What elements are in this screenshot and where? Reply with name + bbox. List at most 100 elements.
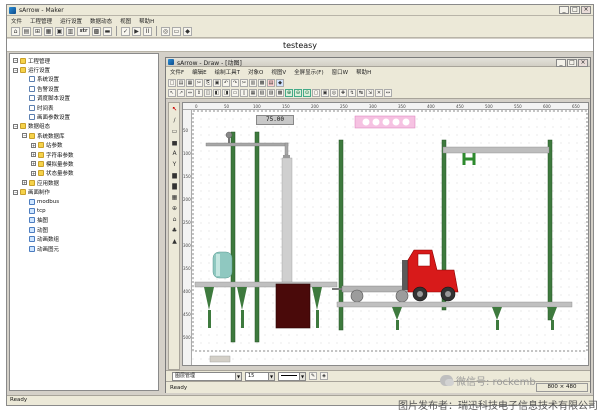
tool-button[interactable]: ◎ [330, 89, 338, 97]
check-icon[interactable]: ✓ [121, 26, 130, 36]
menu-view[interactable]: 视图 [116, 17, 135, 25]
tool-button[interactable]: ▩ [276, 89, 284, 97]
tool-button[interactable]: ⊙ [303, 89, 311, 97]
tree-expander-icon[interactable]: − [22, 133, 27, 139]
palette-tool[interactable]: ⊕ [170, 204, 179, 213]
palette-tool[interactable]: ∕ [170, 116, 179, 125]
tool-button[interactable]: ⇔ [186, 89, 194, 97]
tree-item[interactable]: 抽图 [10, 216, 158, 225]
tool-button[interactable]: ◆ [276, 78, 284, 87]
tree-item[interactable]: + 应用数据 [10, 178, 158, 187]
tool-button[interactable]: ↹ [357, 89, 365, 97]
palette-tool[interactable]: ▇ [170, 182, 179, 191]
tool-button[interactable]: ✕ [375, 89, 383, 97]
tree-item[interactable]: + 状态量参数 [10, 169, 158, 178]
tree-expander-icon[interactable]: − [13, 67, 18, 73]
tool-button[interactable]: ▥ [249, 78, 257, 87]
draw-menu-fullscreen[interactable]: 全屏显示(F) [290, 68, 327, 76]
tool-button[interactable]: ✂ [195, 78, 203, 87]
tool-button[interactable]: ⊖ [294, 89, 302, 97]
palette-tool[interactable]: ▭ [170, 127, 179, 136]
draw-minimize-button[interactable]: _ [556, 59, 566, 67]
tree-item[interactable]: + 字符串参数 [10, 150, 158, 159]
palette-tool[interactable]: ♣ [170, 226, 179, 235]
minimize-button[interactable]: _ [559, 6, 569, 14]
tool-button[interactable]: ↗ [177, 89, 185, 97]
tool-button[interactable]: ↔ [384, 89, 392, 97]
tool-button[interactable]: ▣ [213, 78, 221, 87]
draw-maximize-button[interactable]: □ [567, 59, 577, 67]
tool-button[interactable]: ▯ [240, 89, 248, 97]
maximize-button[interactable]: □ [570, 6, 580, 14]
bar-icon[interactable]: ▬ [103, 26, 112, 36]
monitor-icon[interactable]: ▭ [172, 26, 181, 36]
palette-tool[interactable]: ▲ [170, 237, 179, 246]
tree-item[interactable]: 时间表 [10, 103, 158, 112]
line-style-combo[interactable]: ▼ [278, 371, 306, 381]
tool-button[interactable]: ▩ [258, 78, 266, 87]
list-icon[interactable]: ▤ [22, 26, 31, 36]
tree-item[interactable]: modbus [10, 197, 158, 206]
drawing-canvas[interactable]: 0 50 100 150 200 250 300 350 400 450 500 550 600 650 … [182, 102, 589, 366]
tree-item[interactable]: 动画数组 [10, 234, 158, 243]
tool-button[interactable]: ↖ [168, 89, 176, 97]
palette-tool[interactable]: ↖ [170, 105, 179, 114]
draw-menu-edit[interactable]: 编辑E [188, 68, 210, 76]
pen-icon[interactable]: ✎ [309, 372, 317, 380]
tree-expander-icon[interactable]: + [31, 142, 36, 148]
tree-item[interactable]: − 画面制作 [10, 187, 158, 196]
tool-button[interactable]: ◧ [213, 89, 221, 97]
tool-button[interactable]: ▦ [249, 89, 257, 97]
close-button[interactable]: × [581, 6, 591, 14]
tree-expander-icon[interactable]: − [13, 189, 18, 195]
home-icon[interactable]: ⌂ [11, 26, 20, 36]
canvas-scrollbar[interactable] [209, 355, 231, 363]
tool-button[interactable]: ◨ [222, 89, 230, 97]
menu-run-settings[interactable]: 运行设置 [56, 17, 86, 25]
tool-button[interactable]: ⇲ [366, 89, 374, 97]
tree-expander-icon[interactable]: − [13, 123, 18, 129]
tree-expander-icon[interactable]: + [31, 170, 36, 176]
palette-tool[interactable]: ▅ [170, 138, 179, 147]
tree-item[interactable]: 画面参数设置 [10, 112, 158, 121]
palette-tool[interactable]: Y [170, 160, 179, 169]
tree-item[interactable]: 调度脚本设置 [10, 94, 158, 103]
layer-combo[interactable]: 图层管理 ▼ [172, 371, 242, 381]
tool-button[interactable]: ▤ [177, 78, 185, 87]
tool-button[interactable]: ▤ [267, 78, 275, 87]
grid-icon[interactable]: ⊞ [33, 26, 42, 36]
palette-tool[interactable]: ▆ [170, 171, 179, 180]
tool-button[interactable]: ▦ [186, 78, 194, 87]
string-button[interactable]: str [77, 26, 90, 36]
draw-menu-window[interactable]: 窗口W [328, 68, 352, 76]
database-icon[interactable]: ▥ [66, 26, 75, 36]
target-icon[interactable]: ◎ [161, 26, 170, 36]
menu-project[interactable]: 工程管理 [26, 17, 56, 25]
menu-help[interactable]: 帮助H [135, 17, 158, 25]
tree-expander-icon[interactable]: + [31, 152, 36, 158]
run-icon[interactable]: ▶ [132, 26, 141, 36]
tool-button[interactable]: ⇕ [195, 89, 203, 97]
palette-tool[interactable]: ⌂ [170, 215, 179, 224]
draw-menu-object[interactable]: 对象O [244, 68, 267, 76]
tool-button[interactable]: ▧ [258, 89, 266, 97]
tool-button[interactable]: □ [168, 78, 176, 87]
tree-expander-icon[interactable]: + [31, 161, 36, 167]
tree-item[interactable]: 告警设置 [10, 84, 158, 93]
tree-expander-icon[interactable]: − [13, 58, 18, 64]
tool-button[interactable]: ⊕ [285, 89, 293, 97]
tree-item[interactable]: 系统设置 [10, 75, 158, 84]
draw-menu-tools[interactable]: 绘制工具T [211, 68, 244, 76]
tool-button[interactable]: ↯ [348, 89, 356, 97]
palette-tool[interactable]: ▦ [170, 193, 179, 202]
screen-icon[interactable]: ▣ [55, 26, 64, 36]
diamond-icon[interactable]: ◆ [183, 26, 192, 36]
table-icon[interactable]: ▦ [44, 26, 53, 36]
tool-button[interactable]: ▢ [312, 89, 320, 97]
tree-item[interactable]: tcp [10, 206, 158, 215]
draw-close-button[interactable]: × [578, 59, 588, 67]
draw-menu-file[interactable]: 文件F [166, 68, 188, 76]
tree-item[interactable]: − 运行设置 [10, 65, 158, 74]
pause-icon[interactable]: II [143, 26, 152, 36]
palette-tool[interactable]: A [170, 149, 179, 158]
